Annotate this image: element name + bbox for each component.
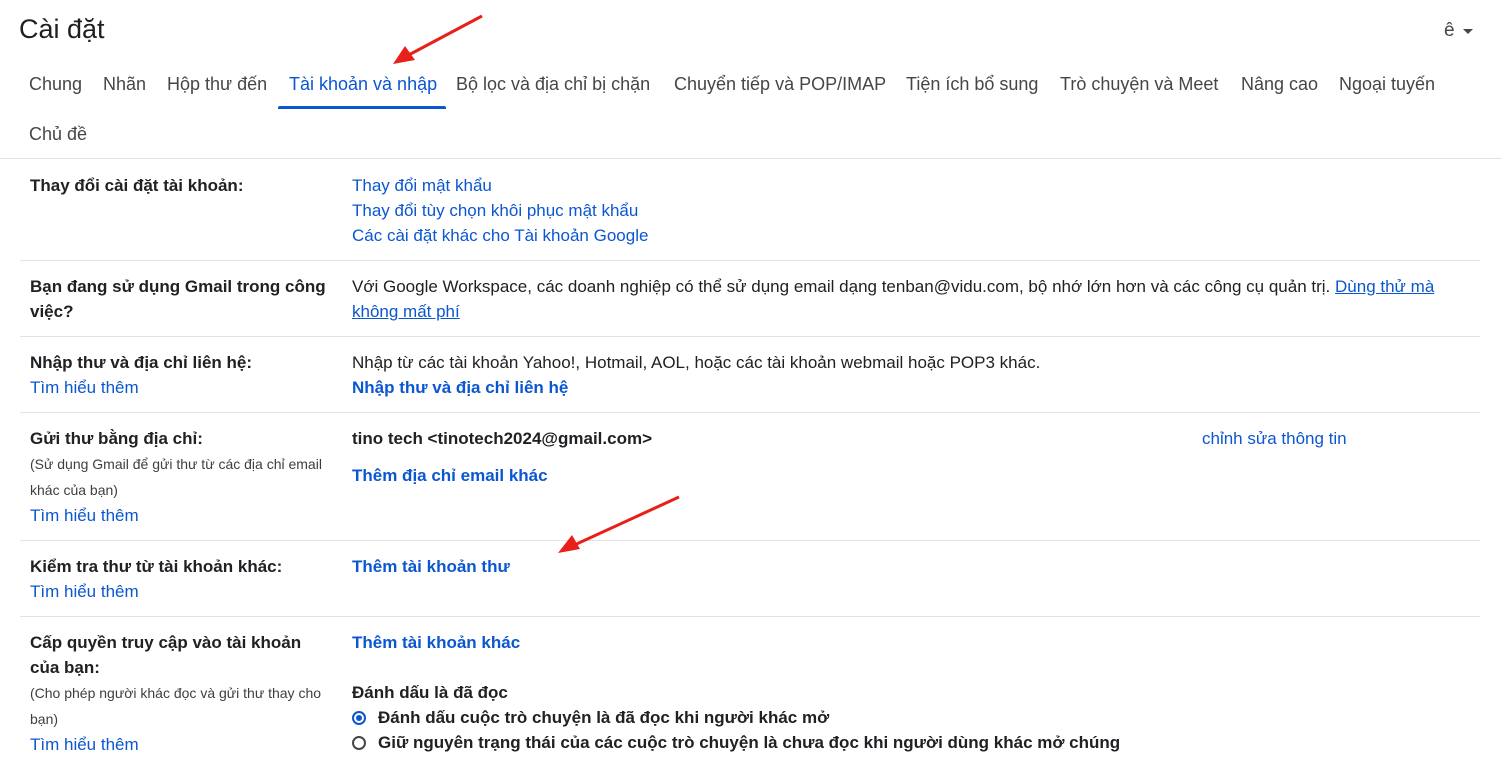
page-title: Cài đặt: [19, 14, 105, 44]
check-mail-learn-more-link[interactable]: Tìm hiểu thêm: [30, 579, 139, 604]
tab-general[interactable]: Chung: [29, 74, 82, 95]
mark-read-option[interactable]: Đánh dấu cuộc trò chuyện là đã đọc khi n…: [352, 705, 829, 730]
section-divider: [20, 540, 1480, 541]
radio-checked-icon[interactable]: [352, 710, 366, 725]
add-email-address-link[interactable]: Thêm địa chỉ email khác: [352, 463, 548, 488]
keep-unread-option-label: Giữ nguyên trạng thái của các cuộc trò c…: [378, 733, 1121, 752]
add-another-account-link[interactable]: Thêm tài khoản khác: [352, 630, 520, 655]
tab-inbox[interactable]: Hộp thư đến: [167, 74, 267, 95]
active-tab-indicator: [278, 106, 446, 109]
radio-unchecked-icon[interactable]: [352, 735, 366, 750]
grant-access-label: Cấp quyền truy cập vào tài khoản của bạn…: [30, 633, 302, 677]
send-as-label: Gửi thư bằng địa chỉ:: [30, 429, 203, 448]
workspace-label: Bạn đang sử dụng Gmail trong công việc?: [30, 277, 326, 321]
tab-offline[interactable]: Ngoại tuyến: [1339, 74, 1435, 95]
tab-labels[interactable]: Nhãn: [103, 74, 146, 95]
section-divider: [20, 336, 1480, 337]
tab-addons[interactable]: Tiện ích bổ sung: [906, 74, 1038, 95]
try-free-link[interactable]: Dùng thử mà: [1335, 277, 1434, 296]
import-label: Nhập thư và địa chỉ liên hệ:: [30, 353, 253, 372]
try-free-link-cont[interactable]: không mất phí: [352, 302, 460, 321]
language-menu-button[interactable]: ê: [1444, 20, 1473, 42]
tabs-divider: [0, 158, 1502, 159]
keep-unread-option[interactable]: Giữ nguyên trạng thái của các cuộc trò c…: [352, 730, 1120, 755]
annotation-arrow-icon: [558, 495, 680, 553]
tab-chat-meet[interactable]: Trò chuyện và Meet: [1060, 74, 1218, 95]
mark-as-read-title: Đánh dấu là đã đọc: [352, 683, 508, 702]
edit-info-link[interactable]: chỉnh sửa thông tin: [1202, 426, 1347, 451]
workspace-text: Với Google Workspace, các doanh nghiệp c…: [352, 277, 1331, 296]
send-as-subtext: (Sử dụng Gmail để gửi thư từ các địa chỉ…: [30, 456, 322, 498]
change-recovery-link[interactable]: Thay đổi tùy chọn khôi phục mật khẩu: [352, 198, 638, 223]
language-label: ê: [1444, 20, 1455, 41]
import-description: Nhập từ các tài khoản Yahoo!, Hotmail, A…: [352, 353, 1041, 372]
add-mail-account-link[interactable]: Thêm tài khoản thư: [352, 554, 510, 579]
check-mail-label: Kiểm tra thư từ tài khoản khác:: [30, 557, 283, 576]
grant-access-subtext: (Cho phép người khác đọc và gửi thư thay…: [30, 685, 322, 727]
tab-forwarding[interactable]: Chuyển tiếp và POP/IMAP: [674, 74, 886, 95]
workspace-description: Với Google Workspace, các doanh nghiệp c…: [352, 274, 1477, 324]
other-google-settings-link[interactable]: Các cài đặt khác cho Tài khoản Google: [352, 223, 648, 248]
send-as-learn-more-link[interactable]: Tìm hiểu thêm: [30, 503, 139, 528]
caret-down-icon: [1462, 28, 1473, 34]
section-divider: [20, 412, 1480, 413]
mark-read-option-label: Đánh dấu cuộc trò chuyện là đã đọc khi n…: [378, 708, 830, 727]
tab-accounts-import[interactable]: Tài khoản và nhập: [289, 74, 437, 95]
grant-access-learn-more-link[interactable]: Tìm hiểu thêm: [30, 732, 139, 757]
section-divider: [20, 616, 1480, 617]
account-settings-label: Thay đổi cài đặt tài khoản:: [30, 176, 244, 195]
annotation-arrow-icon: [393, 14, 483, 64]
tab-filters[interactable]: Bộ lọc và địa chỉ bị chặn: [456, 74, 650, 95]
change-password-link[interactable]: Thay đổi mật khẩu: [352, 173, 492, 198]
import-learn-more-link[interactable]: Tìm hiểu thêm: [30, 375, 139, 400]
send-as-address: tino tech <tinotech2024@gmail.com>: [352, 429, 652, 448]
section-divider: [20, 260, 1480, 261]
tab-themes[interactable]: Chủ đề: [29, 124, 87, 145]
import-mail-contacts-link[interactable]: Nhập thư và địa chỉ liên hệ: [352, 375, 568, 400]
tab-advanced[interactable]: Nâng cao: [1241, 74, 1318, 95]
